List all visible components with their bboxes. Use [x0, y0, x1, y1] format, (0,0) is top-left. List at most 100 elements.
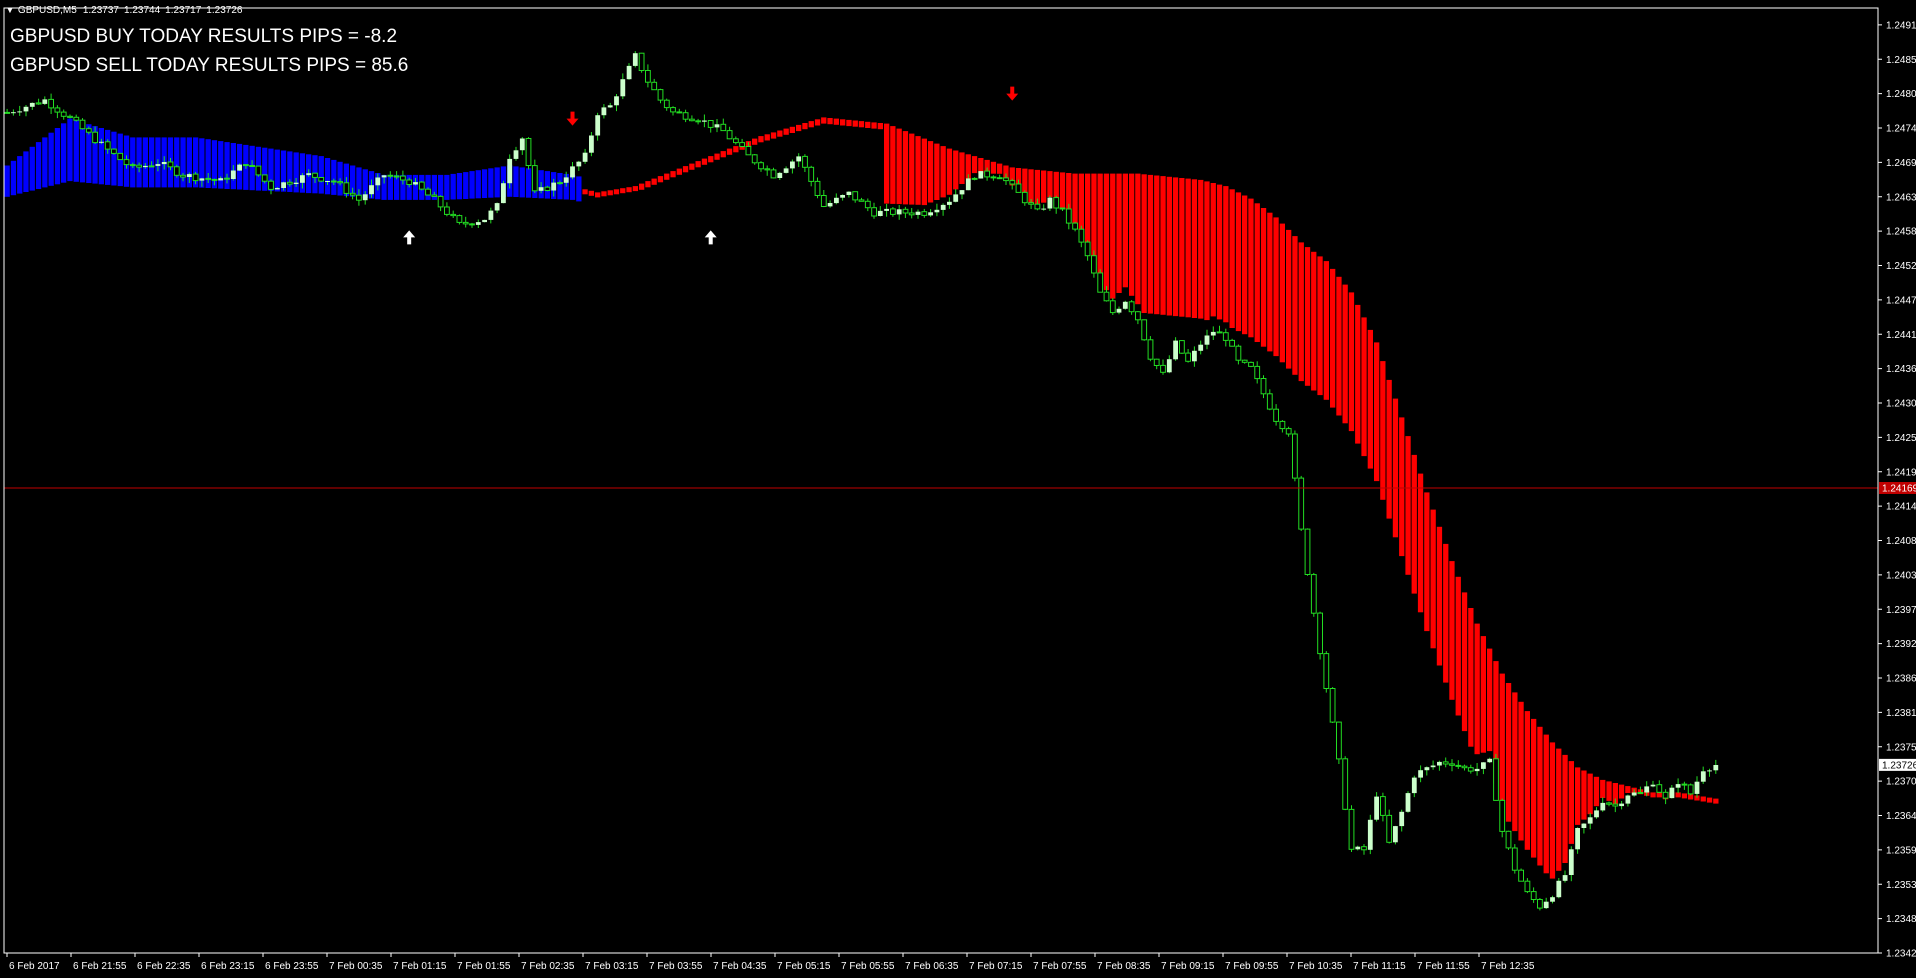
- candle-body-bull: [1594, 810, 1599, 818]
- x-tick-label: 6 Feb 23:15: [201, 961, 255, 972]
- band-bar-up: [557, 173, 563, 200]
- band-bar-down: [1399, 417, 1405, 557]
- candle-body-bear: [330, 180, 337, 183]
- band-bar-down: [733, 146, 739, 153]
- candle-body-bear: [79, 119, 86, 130]
- candle-body-bear: [1386, 814, 1393, 843]
- band-bar-down: [1531, 718, 1537, 858]
- candle-body-bear: [1254, 365, 1261, 380]
- band-bar-down: [701, 158, 708, 165]
- band-bar-up: [54, 128, 61, 185]
- candle-body-bear: [1141, 319, 1148, 341]
- candle-body-bear: [129, 164, 136, 167]
- band-bar-down: [1267, 212, 1273, 352]
- candle-body-bear: [1109, 300, 1116, 314]
- band-bar-down: [997, 163, 1003, 174]
- price-chart[interactable]: 1.24910 1.24855 1.24800 1.24745 1.24690 1.246…: [0, 0, 1916, 978]
- candle-body-bear: [651, 81, 658, 91]
- band-bar-down: [1185, 178, 1191, 318]
- candle-body-bear: [4, 111, 11, 114]
- candle-body-bull: [884, 208, 889, 211]
- band-bar-down: [1223, 186, 1229, 323]
- x-tick-label: 7 Feb 01:15: [393, 961, 447, 972]
- band-bar-down: [1141, 174, 1147, 313]
- band-bar-down: [1700, 796, 1706, 802]
- candle-body-bear: [814, 180, 821, 196]
- candle-body-bear: [984, 170, 991, 178]
- band-bar-up: [324, 158, 331, 195]
- band-bar-up: [463, 172, 469, 199]
- candle-body-bear: [1059, 207, 1066, 210]
- candle-body-bull: [369, 185, 374, 195]
- band-bar-down: [821, 117, 827, 124]
- candle-body-bear: [1260, 378, 1267, 395]
- candle-body-bull: [607, 105, 613, 108]
- y-tick-label: 1.24140: [1886, 502, 1916, 513]
- band-bar-down: [1235, 192, 1242, 332]
- chart-menu-icon[interactable]: ▼: [6, 6, 14, 15]
- candle-body-bear: [1135, 311, 1141, 321]
- candle-body-bull: [632, 53, 638, 66]
- band-bar-down: [921, 138, 927, 206]
- band-bar-down: [840, 119, 846, 126]
- candle-body-bull: [589, 135, 594, 153]
- candle-body-bull: [375, 177, 381, 186]
- y-tick-label: 1.24085: [1886, 536, 1916, 547]
- band-bar-down: [720, 151, 726, 158]
- band-bar-down: [758, 136, 764, 143]
- candle-body-bear: [770, 169, 777, 179]
- band-bar-down: [752, 138, 758, 145]
- candle-body-bull: [29, 102, 35, 107]
- candle-body-bear: [1455, 764, 1462, 767]
- candle-body-bear: [356, 194, 362, 201]
- candle-body-bull: [1173, 340, 1178, 360]
- candle-body-bull: [796, 156, 802, 162]
- band-bar-down: [1706, 797, 1713, 803]
- band-bar-down: [1292, 236, 1298, 375]
- band-bar-down: [1179, 178, 1185, 317]
- band-bar-down: [1392, 398, 1399, 538]
- candle-body-bull: [42, 99, 48, 104]
- candle-body-bull: [1562, 875, 1568, 881]
- band-bar-up: [481, 169, 488, 198]
- x-tick-label: 6 Feb 2017: [9, 961, 60, 972]
- candle-body-bear: [745, 146, 752, 156]
- band-bar-down: [1166, 176, 1172, 316]
- chart-window[interactable]: 1.24910 1.24855 1.24800 1.24745 1.24690 1.246…: [0, 0, 1916, 978]
- y-tick-label: 1.24525: [1886, 261, 1916, 272]
- band-bar-down: [657, 176, 664, 183]
- candle-body-bear: [1003, 177, 1009, 182]
- candle-body-bull: [1707, 770, 1712, 772]
- candle-body-bull: [928, 212, 933, 216]
- candle-body-bull: [23, 106, 29, 112]
- candle-body-bull: [959, 190, 965, 195]
- candle-body-bull: [1644, 786, 1650, 793]
- band-bar-up: [61, 123, 67, 183]
- candle-body-bull: [501, 183, 506, 204]
- y-tick-label: 1.23535: [1886, 880, 1916, 891]
- band-bar-down: [1524, 711, 1530, 850]
- candle-body-bull: [1700, 771, 1706, 782]
- candle-body-bear: [469, 223, 475, 226]
- band-bar-down: [670, 171, 676, 178]
- candle-body-bull: [1619, 803, 1624, 807]
- candle-body-bull: [1650, 784, 1656, 787]
- band-bar-down: [1568, 761, 1574, 844]
- band-bar-down: [1562, 754, 1568, 863]
- candle-body-bull: [614, 96, 619, 106]
- candle-body-bull: [940, 204, 946, 210]
- band-bar-up: [456, 173, 463, 200]
- symbol-ohlc-header[interactable]: ▼ GBPUSD,M5 1.23737 1.23744 1.23717 1.23726: [6, 5, 247, 16]
- band-bar-down: [927, 141, 934, 203]
- band-bar-down: [1675, 792, 1681, 798]
- band-bar-down: [1298, 242, 1304, 382]
- candle-body-bear: [764, 168, 771, 171]
- band-bar-down: [1474, 623, 1480, 755]
- band-bar-down: [890, 126, 896, 204]
- candle-body-bear: [720, 123, 727, 132]
- band-bar-down: [1085, 173, 1091, 248]
- candle-body-bear: [318, 177, 325, 182]
- candle-body-bull: [790, 161, 795, 169]
- candle-body-bull: [381, 175, 387, 178]
- candle-body-bull: [1556, 880, 1562, 898]
